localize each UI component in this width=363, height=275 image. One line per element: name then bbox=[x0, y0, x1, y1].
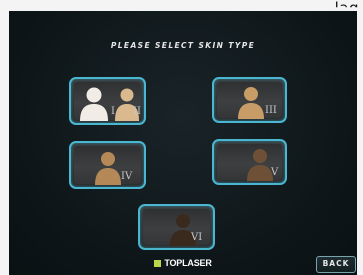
page-title: PLEASE SELECT SKIN TYPE bbox=[110, 41, 256, 50]
skin-type-label-v: V bbox=[271, 167, 279, 178]
skin-type-label-vi: VI bbox=[191, 232, 203, 243]
shoulders-shape bbox=[238, 103, 264, 119]
head-shape bbox=[101, 152, 115, 166]
skin-type-label-ii: II bbox=[133, 106, 141, 117]
skin-type-i-ii-button[interactable]: I II bbox=[69, 77, 146, 125]
head-shape bbox=[120, 88, 134, 102]
skin-type-label-iv: IV bbox=[121, 171, 133, 182]
brand-name: TOPLASER bbox=[164, 258, 212, 268]
skin-type-v-button[interactable]: V bbox=[212, 139, 287, 185]
skin-type-screen: PLEASE SELECT SKIN TYPE I II III IV V VI… bbox=[9, 11, 357, 275]
skin-type-iv-button[interactable]: IV bbox=[69, 141, 146, 189]
brand-logo: TOPLASER bbox=[9, 258, 357, 268]
person-silhouette-icon-light bbox=[80, 87, 108, 121]
skin-type-label-iii: III bbox=[265, 105, 277, 116]
head-shape bbox=[86, 87, 102, 103]
head-shape bbox=[244, 87, 258, 101]
shoulders-shape bbox=[247, 165, 273, 181]
head-shape bbox=[176, 214, 190, 228]
person-silhouette-icon-brown bbox=[247, 149, 273, 181]
back-button[interactable]: BACK bbox=[316, 256, 356, 273]
logo-mark-icon bbox=[154, 260, 162, 267]
skin-type-iii-button[interactable]: III bbox=[212, 77, 287, 123]
person-silhouette-icon-medium bbox=[238, 87, 264, 119]
skin-type-vi-button[interactable]: VI bbox=[138, 204, 215, 250]
head-shape bbox=[253, 149, 267, 163]
person-silhouette-icon-olive bbox=[95, 152, 121, 185]
shoulders-shape bbox=[95, 168, 121, 185]
shoulders-shape bbox=[80, 104, 108, 121]
device-screen-frame: PLEASE SELECT SKIN TYPE I II III IV V VI… bbox=[9, 11, 357, 275]
